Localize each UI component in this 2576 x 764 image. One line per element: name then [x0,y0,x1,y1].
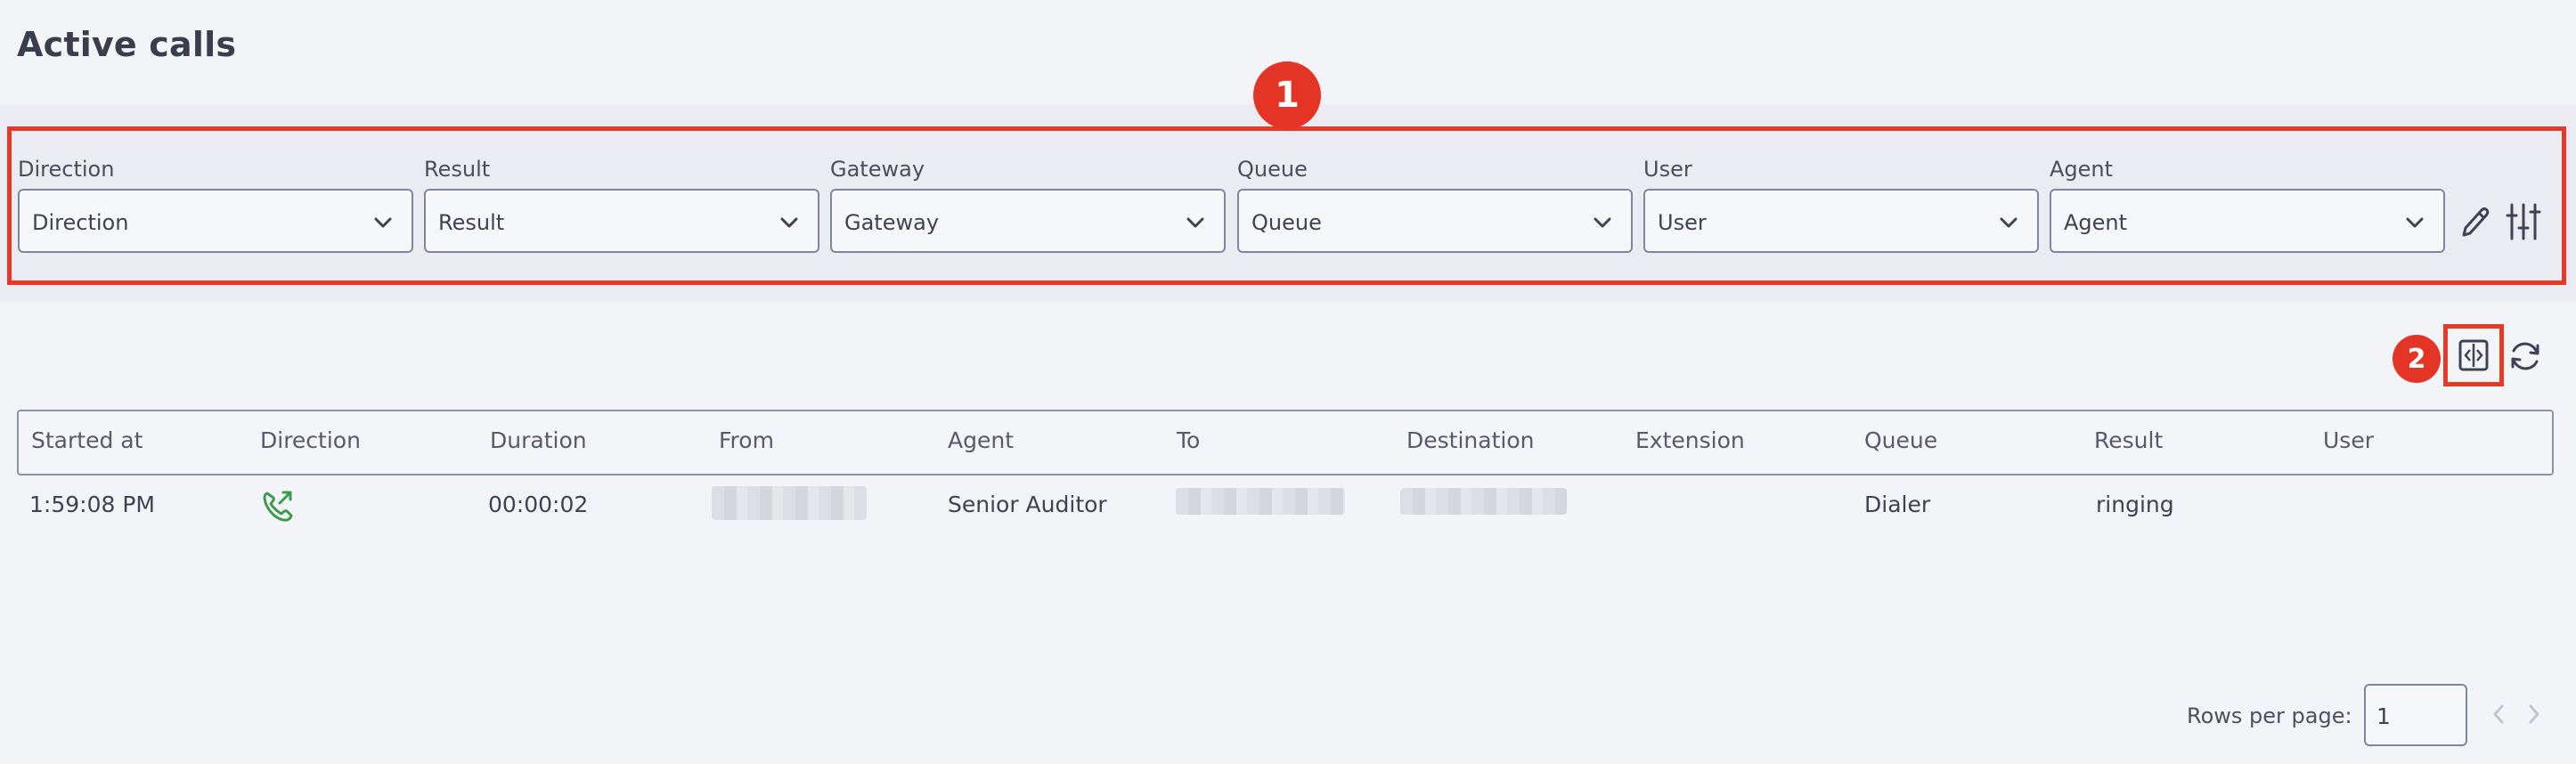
chevron-down-icon [1594,217,1611,228]
user-select[interactable]: User [1643,189,2039,253]
gateway-select[interactable]: Gateway [830,189,1226,253]
column-header-to[interactable]: To [1177,427,1200,453]
chevron-right-icon[interactable] [2523,701,2545,727]
agent-select-value: Agent [2064,210,2128,235]
direction-select[interactable]: Direction [18,189,413,253]
pencil-icon[interactable] [2457,203,2490,242]
gateway-select-value: Gateway [844,210,940,235]
user-select-value: User [1658,210,1707,235]
cell-duration: 00:00:02 [488,492,589,517]
column-header-extension[interactable]: Extension [1635,427,1745,453]
table-header [17,410,2554,475]
queue-select[interactable]: Queue [1237,189,1633,253]
column-header-from[interactable]: From [719,427,774,453]
result-select-value: Result [438,210,505,235]
cell-to-redacted [1176,488,1345,515]
refresh-icon[interactable] [2507,338,2543,374]
agent-select[interactable]: Agent [2050,189,2445,253]
cell-destination-redacted [1400,488,1567,515]
column-header-result[interactable]: Result [2094,427,2163,453]
cell-started-at: 1:59:08 PM [29,492,155,517]
page-title: Active calls [17,25,237,64]
callout-marker-1: 1 [1253,61,1321,129]
callout-marker-2: 2 [2393,335,2441,383]
column-header-direction[interactable]: Direction [260,427,361,453]
filter-label-user: User [1643,157,1692,182]
column-header-queue[interactable]: Queue [1864,427,1937,453]
chevron-left-icon[interactable] [2488,701,2509,727]
expand-columns-icon[interactable] [2458,338,2490,372]
sliders-icon[interactable] [2505,201,2542,242]
filter-label-gateway: Gateway [830,157,925,182]
cell-result: ringing [2096,492,2174,517]
filter-label-agent: Agent [2050,157,2114,182]
cell-from-redacted [712,486,867,520]
column-header-user[interactable]: User [2323,427,2374,453]
chevron-down-icon [374,217,392,228]
filter-label-direction: Direction [18,157,115,182]
chevron-down-icon [1186,217,1204,228]
cell-agent: Senior Auditor [948,492,1107,517]
rows-per-page-label: Rows per page: [2187,703,2352,728]
queue-select-value: Queue [1251,210,1322,235]
rows-per-page-input[interactable]: 1 [2364,684,2467,746]
direction-select-value: Direction [32,210,129,235]
column-header-destination[interactable]: Destination [1406,427,1534,453]
chevron-down-icon [780,217,798,228]
column-header-duration[interactable]: Duration [490,427,587,453]
filter-label-result: Result [424,157,491,182]
column-header-started-at[interactable]: Started at [31,427,143,453]
chevron-down-icon [2406,217,2424,228]
result-select[interactable]: Result [424,189,819,253]
cell-queue: Dialer [1864,492,1931,517]
column-header-agent[interactable]: Agent [948,427,1014,453]
chevron-down-icon [2000,217,2018,228]
outgoing-call-icon [263,491,293,522]
filter-label-queue: Queue [1237,157,1308,182]
rows-per-page-value: 1 [2376,703,2391,729]
